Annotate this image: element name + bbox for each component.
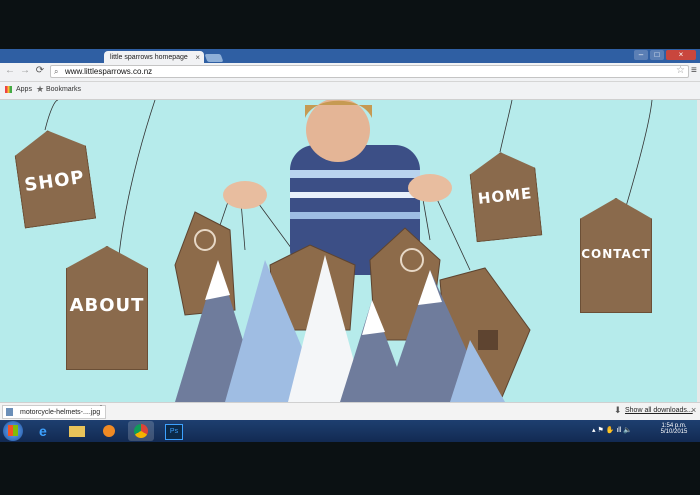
download-file-name: motorcycle-helmets-....jpg	[20, 409, 101, 416]
downloads-bar: motorcycle-helmets-....jpg ˇ ⬇ Show all …	[0, 402, 700, 421]
show-all-downloads-link[interactable]: Show all downloads...	[625, 407, 693, 414]
new-tab-button[interactable]	[204, 54, 224, 62]
system-tray-icons[interactable]: ▴ ⚑ ✋ ıll 🔈	[592, 426, 632, 434]
clock-date: 5/10/2015	[660, 429, 688, 435]
nav-contact: CONTACT	[581, 247, 651, 261]
page-content: SHOP ABOUT HOME CONTACT	[0, 100, 697, 402]
internet-explorer-icon[interactable]: e	[32, 421, 58, 441]
bookmark-star-icon: ★	[36, 84, 45, 94]
file-explorer-icon[interactable]	[64, 421, 90, 441]
menu-icon[interactable]: ≡	[691, 65, 697, 76]
forward-icon[interactable]: →	[18, 64, 32, 78]
start-button[interactable]	[3, 421, 23, 441]
search-icon: ⌕	[54, 67, 59, 76]
clock[interactable]: 1:54 p.m. 5/10/2015	[657, 423, 691, 435]
apps-link[interactable]: Apps	[16, 86, 32, 93]
star-icon[interactable]: ☆	[676, 65, 685, 76]
about-tag[interactable]: ABOUT	[66, 246, 148, 370]
url-text: www.littlesparrows.co.nz	[65, 67, 153, 76]
minimize-button[interactable]: –	[634, 50, 648, 60]
media-player-icon[interactable]	[96, 421, 122, 441]
back-icon[interactable]: ←	[3, 64, 17, 78]
close-window-button[interactable]: ×	[666, 50, 696, 60]
maximize-button[interactable]: □	[650, 50, 664, 60]
download-arrow-icon: ⬇	[614, 405, 622, 415]
apps-icon[interactable]	[5, 86, 12, 93]
tab-title: little sparrows homepage	[110, 54, 188, 61]
nav-home: HOME	[477, 184, 534, 208]
nav-about: ABOUT	[69, 295, 145, 316]
bookmarks-bar: Apps ★ Bookmarks	[0, 82, 700, 100]
photoshop-icon[interactable]: Ps	[160, 421, 186, 441]
address-bar[interactable]: ⌕ www.littlesparrows.co.nz	[50, 65, 689, 78]
contact-tag[interactable]: CONTACT	[580, 198, 652, 313]
download-item[interactable]: motorcycle-helmets-....jpg ˇ	[2, 405, 106, 419]
bookmarks-link[interactable]: Bookmarks	[46, 86, 81, 93]
windows-logo-icon	[8, 425, 18, 436]
chrome-icon[interactable]	[128, 421, 154, 441]
download-menu-icon[interactable]: ˇ	[100, 406, 102, 412]
close-downloads-icon[interactable]: ×	[691, 405, 696, 415]
image-file-icon	[6, 408, 13, 416]
nav-shop: SHOP	[23, 166, 87, 197]
reload-icon[interactable]: ⟳	[33, 64, 47, 78]
